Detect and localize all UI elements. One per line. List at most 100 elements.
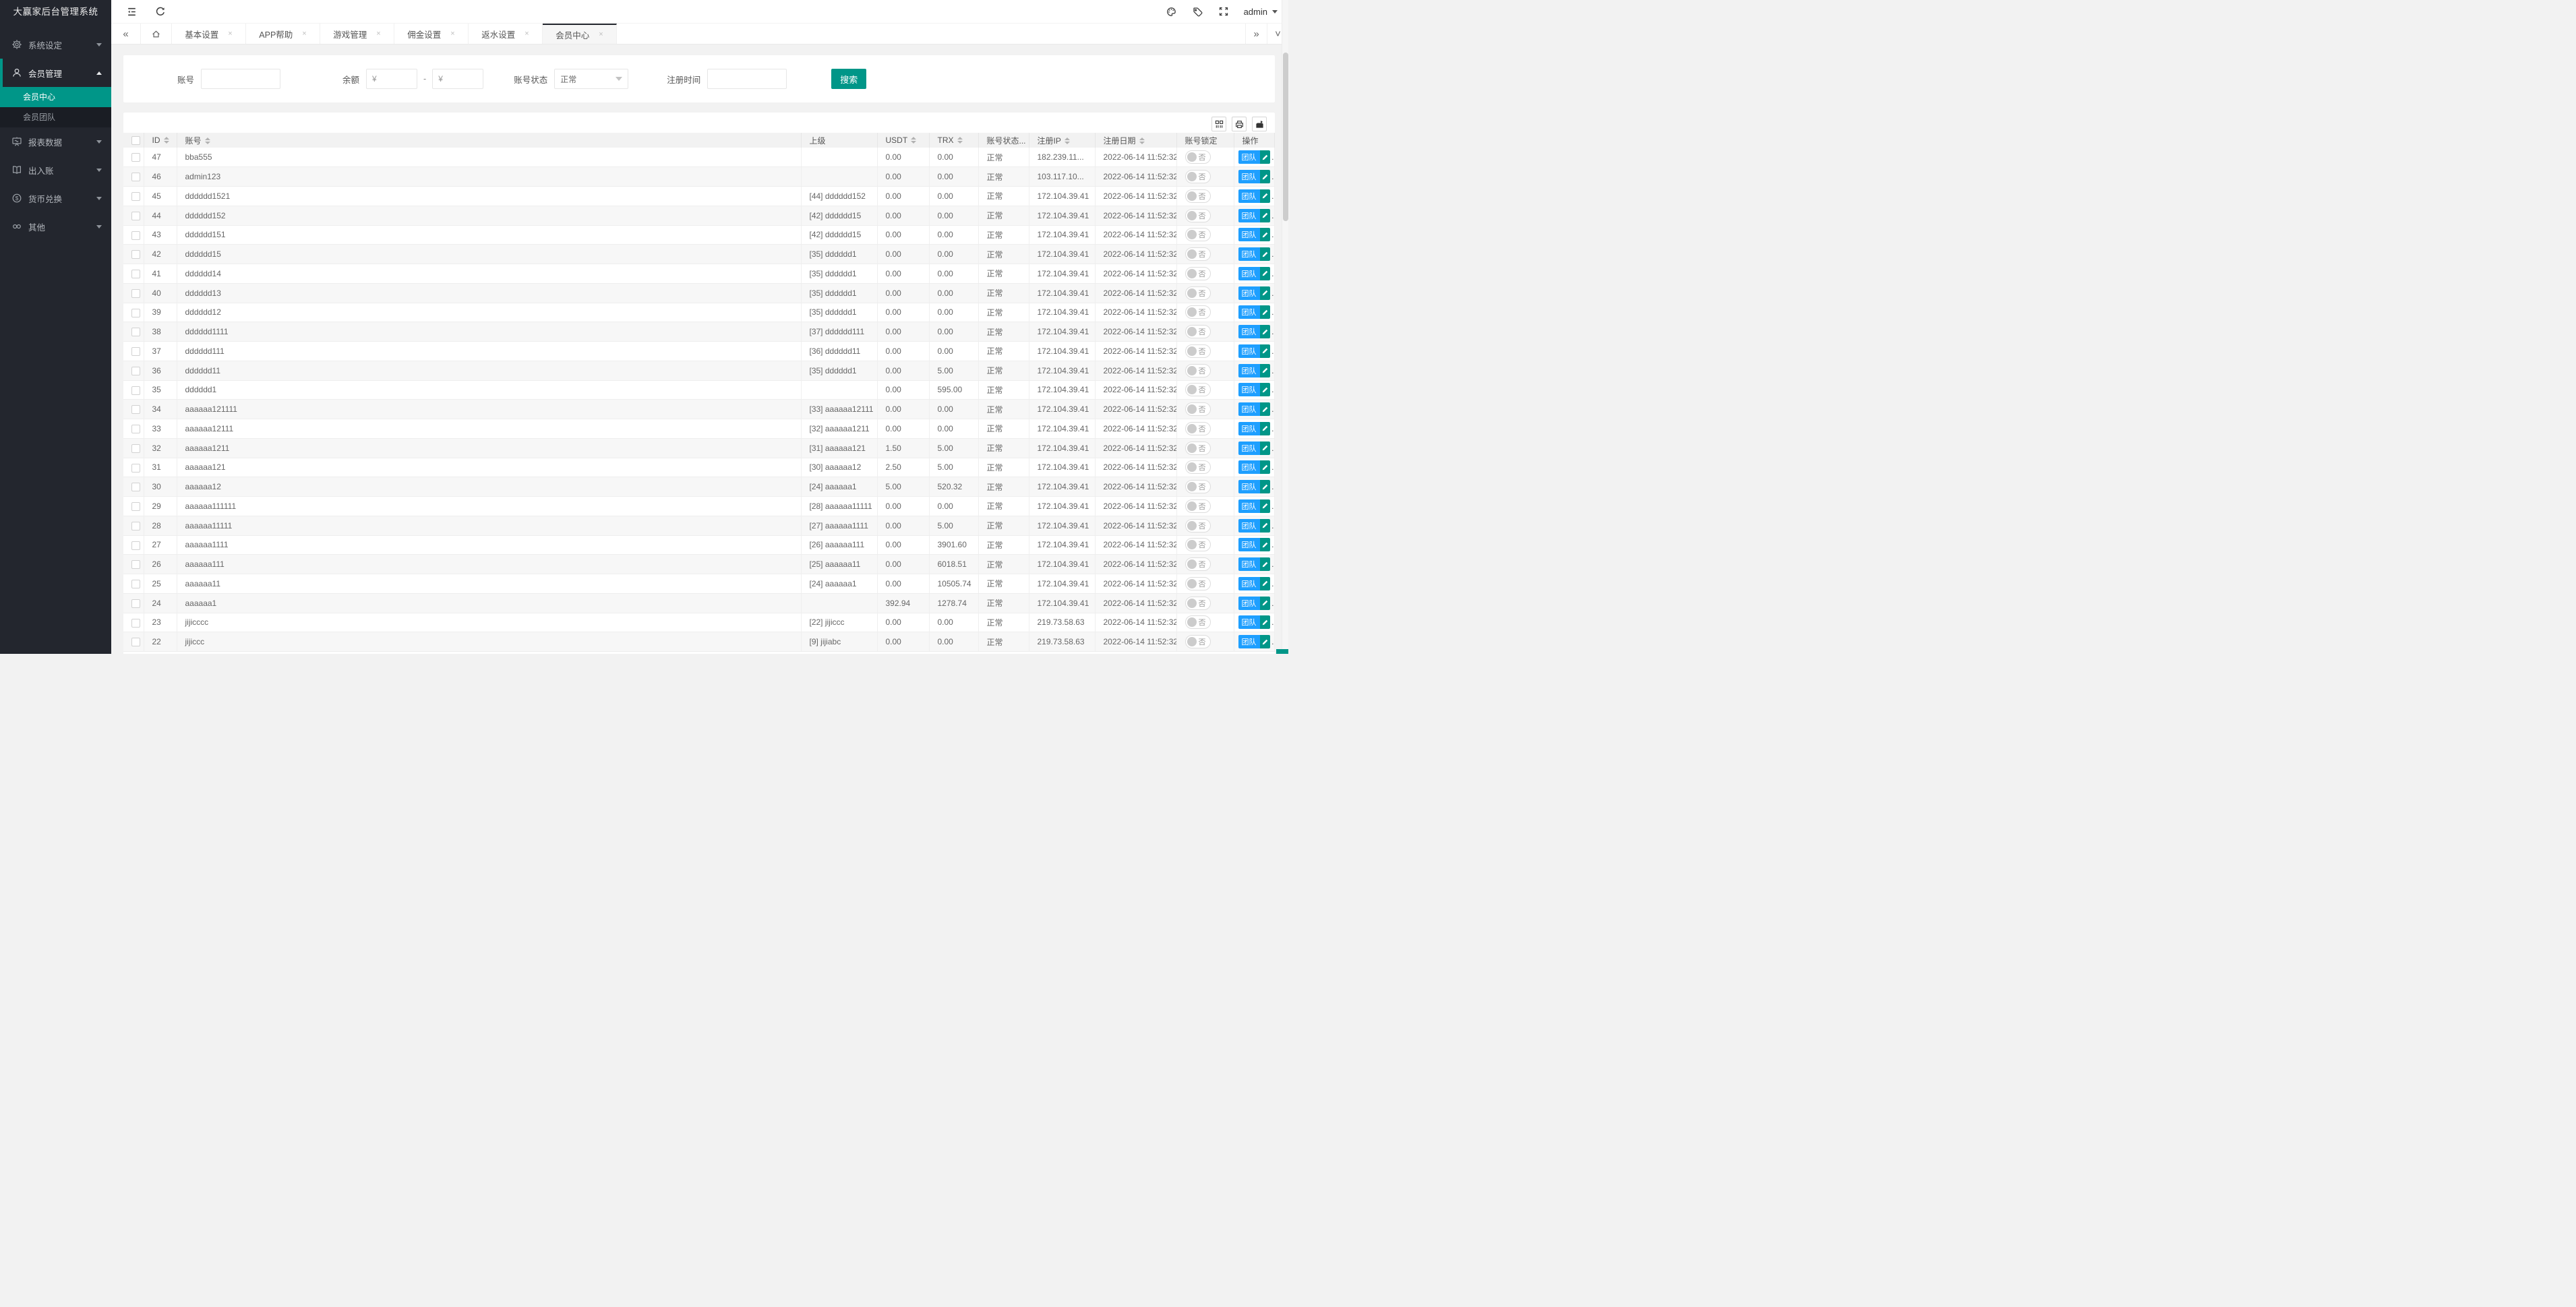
lock-toggle[interactable]: 否 bbox=[1185, 189, 1211, 203]
row-checkbox[interactable] bbox=[131, 192, 140, 202]
lock-toggle[interactable]: 否 bbox=[1185, 325, 1211, 339]
edit-button[interactable] bbox=[1259, 480, 1271, 494]
row-checkbox[interactable] bbox=[131, 618, 140, 628]
row-checkbox[interactable] bbox=[131, 288, 140, 298]
lock-toggle[interactable]: 否 bbox=[1185, 247, 1211, 262]
edit-button[interactable] bbox=[1259, 402, 1271, 417]
close-icon[interactable]: × bbox=[599, 30, 603, 38]
team-button[interactable]: 团队 bbox=[1238, 286, 1260, 300]
close-icon[interactable]: × bbox=[302, 30, 306, 38]
lock-toggle[interactable]: 否 bbox=[1185, 170, 1211, 184]
lock-toggle[interactable]: 否 bbox=[1185, 421, 1211, 435]
edit-button[interactable] bbox=[1259, 557, 1271, 572]
sidebar-item-currency-exchange[interactable]: $ 货币兑换 bbox=[0, 184, 111, 212]
edit-button[interactable] bbox=[1259, 170, 1271, 184]
edit-button[interactable] bbox=[1259, 189, 1271, 203]
row-checkbox[interactable] bbox=[131, 347, 140, 357]
edit-button[interactable] bbox=[1259, 247, 1271, 262]
sidebar-subitem-member-team[interactable]: 会员团队 bbox=[0, 107, 111, 127]
edit-button[interactable] bbox=[1259, 363, 1271, 377]
sort-icon[interactable] bbox=[1064, 137, 1070, 144]
sort-icon[interactable] bbox=[1139, 137, 1145, 144]
team-button[interactable]: 团队 bbox=[1238, 518, 1260, 533]
tab-game-management[interactable]: 游戏管理 × bbox=[320, 24, 394, 44]
home-tab[interactable] bbox=[141, 24, 172, 44]
column-header-account[interactable]: 账号 bbox=[177, 133, 802, 148]
lock-toggle[interactable]: 否 bbox=[1185, 150, 1211, 164]
row-checkbox[interactable] bbox=[131, 463, 140, 473]
lock-toggle[interactable]: 否 bbox=[1185, 557, 1211, 572]
team-button[interactable]: 团队 bbox=[1238, 499, 1260, 513]
team-button[interactable]: 团队 bbox=[1238, 325, 1260, 339]
back-to-top-button[interactable] bbox=[1276, 649, 1288, 654]
regtime-input[interactable] bbox=[707, 69, 787, 89]
sort-icon[interactable] bbox=[204, 137, 210, 144]
lock-toggle[interactable]: 否 bbox=[1185, 363, 1211, 377]
status-select[interactable]: 正常 bbox=[554, 69, 629, 89]
team-button[interactable]: 团队 bbox=[1238, 615, 1260, 630]
row-checkbox[interactable] bbox=[131, 483, 140, 492]
edit-button[interactable] bbox=[1259, 325, 1271, 339]
tab-app-help[interactable]: APP帮助 × bbox=[246, 24, 320, 44]
lock-toggle[interactable]: 否 bbox=[1185, 480, 1211, 494]
team-button[interactable]: 团队 bbox=[1238, 150, 1260, 164]
row-checkbox[interactable] bbox=[131, 580, 140, 589]
edit-button[interactable] bbox=[1259, 344, 1271, 358]
edit-button[interactable] bbox=[1259, 286, 1271, 300]
edit-button[interactable] bbox=[1259, 383, 1271, 397]
scrollbar-thumb[interactable] bbox=[1283, 53, 1288, 221]
row-checkbox[interactable] bbox=[131, 211, 140, 220]
lock-toggle[interactable]: 否 bbox=[1185, 596, 1211, 610]
row-checkbox[interactable] bbox=[131, 638, 140, 647]
team-button[interactable]: 团队 bbox=[1238, 266, 1260, 280]
team-button[interactable]: 团队 bbox=[1238, 208, 1260, 222]
close-icon[interactable]: × bbox=[450, 30, 454, 38]
columns-icon[interactable] bbox=[1211, 117, 1226, 131]
account-input[interactable] bbox=[201, 69, 281, 89]
edit-button[interactable] bbox=[1259, 421, 1271, 435]
lock-toggle[interactable]: 否 bbox=[1185, 499, 1211, 513]
team-button[interactable]: 团队 bbox=[1238, 557, 1260, 572]
row-checkbox[interactable] bbox=[131, 308, 140, 317]
row-checkbox[interactable] bbox=[131, 425, 140, 434]
select-all-checkbox[interactable] bbox=[131, 136, 140, 146]
row-checkbox[interactable] bbox=[131, 231, 140, 240]
edit-button[interactable] bbox=[1259, 596, 1271, 610]
row-checkbox[interactable] bbox=[131, 366, 140, 375]
team-button[interactable]: 团队 bbox=[1238, 460, 1260, 475]
lock-toggle[interactable]: 否 bbox=[1185, 208, 1211, 222]
print-icon[interactable] bbox=[1232, 117, 1247, 131]
lock-toggle[interactable]: 否 bbox=[1185, 266, 1211, 280]
team-button[interactable]: 团队 bbox=[1238, 441, 1260, 455]
edit-button[interactable] bbox=[1259, 518, 1271, 533]
close-icon[interactable]: × bbox=[525, 30, 529, 38]
tab-basic-settings[interactable]: 基本设置 × bbox=[172, 24, 246, 44]
tab-commission-settings[interactable]: 佣金设置 × bbox=[394, 24, 469, 44]
edit-button[interactable] bbox=[1259, 615, 1271, 630]
tabs-scroll-right-button[interactable]: » bbox=[1245, 24, 1267, 44]
fullscreen-icon[interactable] bbox=[1218, 6, 1229, 17]
close-icon[interactable]: × bbox=[376, 30, 380, 38]
row-checkbox[interactable] bbox=[131, 405, 140, 415]
column-header-reg_ip[interactable]: 注册IP bbox=[1029, 133, 1096, 148]
team-button[interactable]: 团队 bbox=[1238, 538, 1260, 552]
row-checkbox[interactable] bbox=[131, 386, 140, 395]
edit-button[interactable] bbox=[1259, 460, 1271, 475]
edit-button[interactable] bbox=[1259, 228, 1271, 242]
row-checkbox[interactable] bbox=[131, 560, 140, 570]
lock-toggle[interactable]: 否 bbox=[1185, 538, 1211, 552]
tab-member-center[interactable]: 会员中心 × bbox=[543, 24, 617, 44]
tabs-scroll-left-button[interactable]: « bbox=[111, 24, 141, 44]
sort-icon[interactable] bbox=[911, 137, 917, 144]
collapse-sidebar-icon[interactable] bbox=[126, 6, 138, 18]
lock-toggle[interactable]: 否 bbox=[1185, 441, 1211, 455]
edit-button[interactable] bbox=[1259, 150, 1271, 164]
team-button[interactable]: 团队 bbox=[1238, 189, 1260, 203]
team-button[interactable]: 团队 bbox=[1238, 170, 1260, 184]
export-icon[interactable] bbox=[1252, 117, 1267, 131]
team-button[interactable]: 团队 bbox=[1238, 421, 1260, 435]
sidebar-item-member-management[interactable]: 会员管理 bbox=[0, 59, 111, 87]
lock-toggle[interactable]: 否 bbox=[1185, 286, 1211, 300]
team-button[interactable]: 团队 bbox=[1238, 480, 1260, 494]
row-checkbox[interactable] bbox=[131, 173, 140, 182]
